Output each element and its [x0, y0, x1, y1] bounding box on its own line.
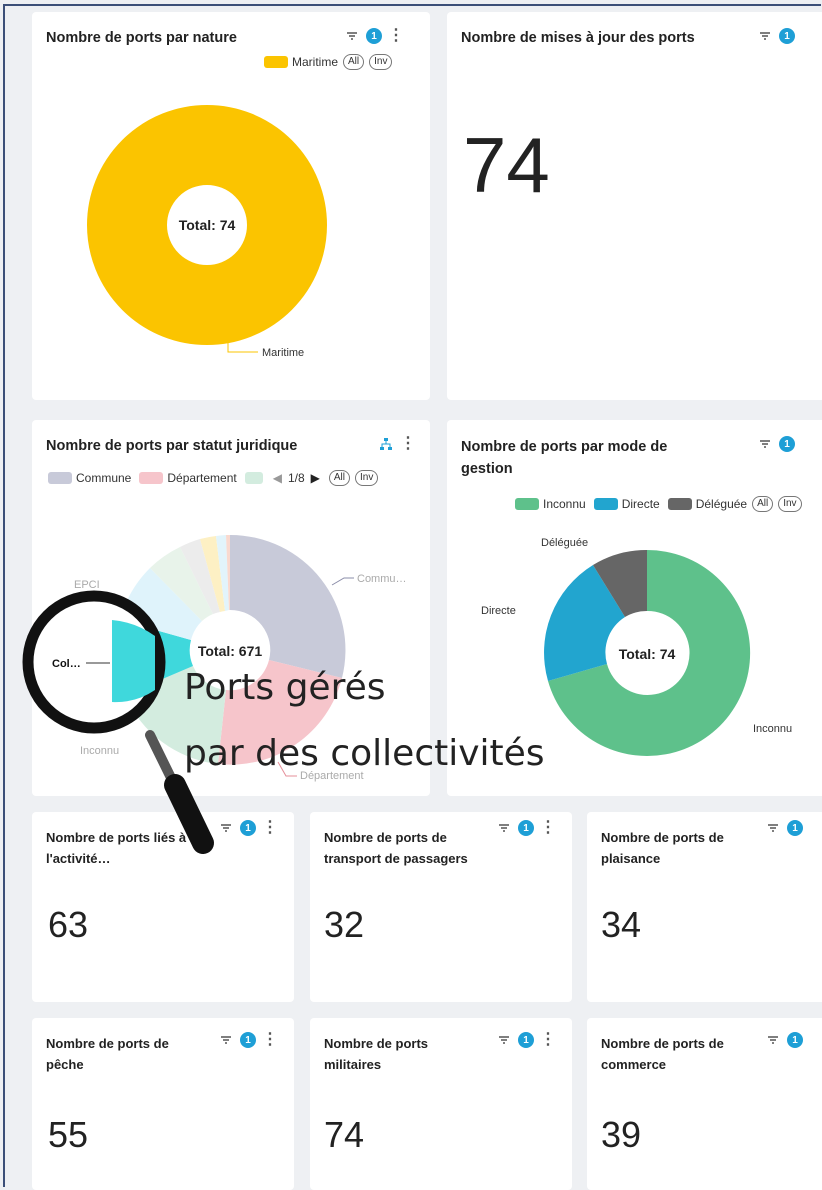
- card-ports-par-nature: Nombre de ports par nature 1 ⋮ Maritime …: [32, 12, 430, 400]
- kpi-value: 74: [324, 1114, 365, 1155]
- filter-icon[interactable]: [496, 1032, 512, 1048]
- card-kpi-commerce: Nombre de ports de commerce 1 39: [587, 1018, 822, 1190]
- card-title-line-2: transport de passagers: [324, 851, 468, 866]
- leader-commune: [331, 577, 354, 586]
- card-title: Nombre de ports de commerce: [601, 1033, 724, 1075]
- overlay-text-line-2: par des collectivités: [184, 733, 545, 774]
- card-tools: 1 ⋮: [496, 820, 556, 836]
- filter-count-badge: 1: [240, 1032, 256, 1048]
- donut-chart-nature: Total: 74 Maritime: [87, 105, 327, 359]
- card-tools: 1 ⋮: [496, 1032, 556, 1048]
- kpi-value: 39: [601, 1114, 642, 1155]
- more-options-icon[interactable]: ⋮: [262, 1032, 278, 1048]
- card-title-line-1: Nombre de ports de: [601, 830, 724, 845]
- kpi-value: 55: [48, 1114, 89, 1155]
- filter-count-badge: 1: [779, 28, 795, 44]
- card-kpi-activite: Nombre de ports liés à l'activité… 1 ⋮ 6…: [32, 812, 294, 1002]
- kpi-value: 63: [48, 904, 89, 945]
- card-title-line-2: plaisance: [601, 851, 661, 866]
- card-title-line-1: Nombre de ports de: [601, 1036, 724, 1051]
- chart-center-total: Total: 671: [198, 643, 263, 659]
- card-mises-a-jour: Nombre de mises à jour des ports 1 74: [447, 12, 822, 400]
- card-title-line-1: Nombre de ports liés à: [46, 830, 187, 845]
- card-title: Nombre de ports militaires: [324, 1033, 428, 1075]
- card-kpi-militaires: Nombre de ports militaires 1 ⋮ 74: [310, 1018, 572, 1190]
- kpi-value: 34: [601, 904, 642, 945]
- card-kpi-passagers: Nombre de ports de transport de passager…: [310, 812, 572, 1002]
- card-title: Nombre de ports de transport de passager…: [324, 827, 468, 869]
- card-title-line-1: Nombre de ports de: [324, 830, 447, 845]
- card-tools: 1 ⋮: [218, 820, 278, 836]
- filter-icon[interactable]: [757, 28, 773, 44]
- card-title-line-2: commerce: [601, 1057, 667, 1072]
- card-tools: 1: [765, 1032, 803, 1048]
- card-title: Nombre de mises à jour des ports: [461, 30, 695, 46]
- card-title-line-2: militaires: [324, 1057, 382, 1072]
- card-title-line-1: Nombre de ports: [324, 1036, 429, 1051]
- chart-center-total: Total: 74: [619, 646, 676, 662]
- overlay-text-line-1: Ports gérés: [184, 667, 386, 708]
- card-title: Nombre de ports de pêche: [46, 1033, 169, 1075]
- card-kpi-peche: Nombre de ports de pêche 1 ⋮ 55: [32, 1018, 294, 1190]
- filter-count-badge: 1: [518, 1032, 534, 1048]
- card-tools: 1: [757, 28, 795, 44]
- filter-count-badge: 1: [240, 820, 256, 836]
- card-title-line-2: l'activité…: [46, 851, 111, 866]
- card-title-line-1: Nombre de ports de: [46, 1036, 169, 1051]
- more-options-icon[interactable]: ⋮: [262, 820, 278, 836]
- slice-label-epci: EPCI: [74, 579, 100, 591]
- filter-count-badge: 1: [518, 820, 534, 836]
- slice-label-commune: Commu…: [357, 573, 407, 585]
- filter-count-badge: 1: [787, 1032, 803, 1048]
- filter-icon[interactable]: [765, 820, 781, 836]
- card-tools: 1: [765, 820, 803, 836]
- more-options-icon[interactable]: ⋮: [540, 820, 556, 836]
- slice-label-inconnu: Inconnu: [80, 745, 119, 757]
- slice-label-deleguee: Déléguée: [541, 537, 588, 549]
- card-tools: 1 ⋮: [218, 1032, 278, 1048]
- filter-icon[interactable]: [496, 820, 512, 836]
- filter-icon[interactable]: [218, 1032, 234, 1048]
- filter-icon[interactable]: [765, 1032, 781, 1048]
- card-title: Nombre de ports liés à l'activité…: [46, 827, 186, 869]
- card-title-line-2: pêche: [46, 1057, 84, 1072]
- card-kpi-plaisance: Nombre de ports de plaisance 1 34: [587, 812, 822, 1002]
- filter-count-badge: 1: [787, 820, 803, 836]
- kpi-value: 32: [324, 904, 365, 945]
- filter-icon[interactable]: [218, 820, 234, 836]
- slice-label-directe: Directe: [481, 605, 516, 617]
- slice-label-maritime: Maritime: [262, 347, 304, 359]
- kpi-value: 74: [463, 121, 550, 209]
- card-title: Nombre de ports de plaisance: [601, 827, 724, 869]
- more-options-icon[interactable]: ⋮: [540, 1032, 556, 1048]
- slice-label-inconnu: Inconnu: [753, 723, 792, 735]
- chart-center-total: Total: 74: [179, 217, 236, 233]
